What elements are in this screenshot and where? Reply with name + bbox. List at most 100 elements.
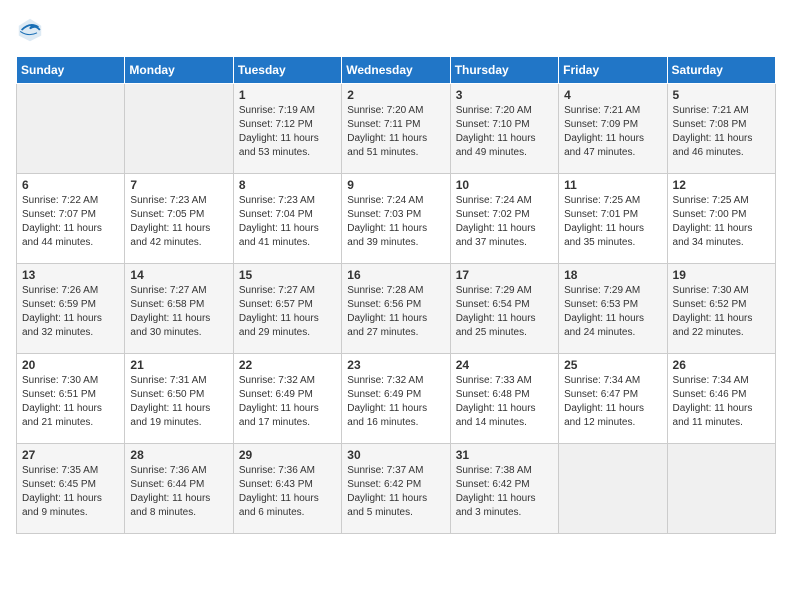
day-number: 4 (564, 88, 661, 102)
day-info: Sunrise: 7:19 AMSunset: 7:12 PMDaylight:… (239, 104, 336, 160)
day-number: 11 (564, 178, 661, 192)
calendar-cell: 31Sunrise: 7:38 AMSunset: 6:42 PMDayligh… (450, 444, 558, 534)
calendar-cell: 28 Sunrise: 7:36 AMSunset: 6:44 PMDayligh… (125, 444, 233, 534)
day-info: Sunrise: 7:33 AMSunset: 6:48 PMDaylight:… (456, 374, 553, 430)
calendar-cell: 15 Sunrise: 7:27 AMSunset: 6:57 PMDayligh… (233, 264, 341, 354)
day-info: Sunrise: 7:28 AMSunset: 6:56 PMDaylight:… (347, 284, 444, 340)
day-number: 25 (564, 358, 661, 372)
day-number: 30 (347, 448, 444, 462)
calendar-cell: 26 Sunrise: 7:34 AMSunset: 6:46 PMDayligh… (667, 354, 775, 444)
day-info: Sunrise: 7:25 AMSunset: 7:00 PMDaylight:… (673, 194, 770, 250)
day-info: Sunrise: 7:22 AMSunset: 7:07 PMDaylight:… (22, 194, 119, 250)
day-info: Sunrise: 7:24 AMSunset: 7:02 PMDaylight:… (456, 194, 553, 250)
calendar-cell (559, 444, 667, 534)
calendar-week-2: 6 Sunrise: 7:22 AMSunset: 7:07 PMDaylight… (17, 174, 776, 264)
calendar-cell: 3 Sunrise: 7:20 AMSunset: 7:10 PMDaylight… (450, 84, 558, 174)
day-number: 7 (130, 178, 227, 192)
day-headers-row: SundayMondayTuesdayWednesdayThursdayFrid… (17, 57, 776, 84)
calendar-cell: 5 Sunrise: 7:21 AMSunset: 7:08 PMDaylight… (667, 84, 775, 174)
calendar-week-1: 1 Sunrise: 7:19 AMSunset: 7:12 PMDaylight… (17, 84, 776, 174)
calendar-cell: 21Sunrise: 7:31 AMSunset: 6:50 PMDayligh… (125, 354, 233, 444)
day-number: 28 (130, 448, 227, 462)
day-number: 31 (456, 448, 553, 462)
calendar-cell: 13 Sunrise: 7:26 AMSunset: 6:59 PMDayligh… (17, 264, 125, 354)
day-info: Sunrise: 7:36 AMSunset: 6:44 PMDaylight:… (130, 464, 227, 520)
day-info: Sunrise: 7:20 AMSunset: 7:11 PMDaylight:… (347, 104, 444, 160)
calendar-cell: 17Sunrise: 7:29 AMSunset: 6:54 PMDayligh… (450, 264, 558, 354)
calendar-cell: 14 Sunrise: 7:27 AMSunset: 6:58 PMDayligh… (125, 264, 233, 354)
calendar-week-3: 13 Sunrise: 7:26 AMSunset: 6:59 PMDayligh… (17, 264, 776, 354)
calendar-cell: 2 Sunrise: 7:20 AMSunset: 7:11 PMDaylight… (342, 84, 450, 174)
day-number: 10 (456, 178, 553, 192)
day-number: 29 (239, 448, 336, 462)
day-number: 6 (22, 178, 119, 192)
day-info: Sunrise: 7:35 AMSunset: 6:45 PMDaylight:… (22, 464, 119, 520)
calendar-cell: 9Sunrise: 7:24 AMSunset: 7:03 PMDaylight… (342, 174, 450, 264)
calendar-cell: 1 Sunrise: 7:19 AMSunset: 7:12 PMDaylight… (233, 84, 341, 174)
calendar-cell: 29 Sunrise: 7:36 AMSunset: 6:43 PMDayligh… (233, 444, 341, 534)
day-number: 21 (130, 358, 227, 372)
logo (16, 16, 48, 44)
calendar-cell: 24 Sunrise: 7:33 AMSunset: 6:48 PMDayligh… (450, 354, 558, 444)
calendar-cell: 20 Sunrise: 7:30 AMSunset: 6:51 PMDayligh… (17, 354, 125, 444)
day-number: 20 (22, 358, 119, 372)
day-number: 3 (456, 88, 553, 102)
day-number: 5 (673, 88, 770, 102)
day-header-wednesday: Wednesday (342, 57, 450, 84)
calendar-cell: 4Sunrise: 7:21 AMSunset: 7:09 PMDaylight… (559, 84, 667, 174)
day-number: 19 (673, 268, 770, 282)
day-header-tuesday: Tuesday (233, 57, 341, 84)
day-info: Sunrise: 7:23 AMSunset: 7:05 PMDaylight:… (130, 194, 227, 250)
day-number: 23 (347, 358, 444, 372)
day-header-thursday: Thursday (450, 57, 558, 84)
calendar-cell: 22 Sunrise: 7:32 AMSunset: 6:49 PMDayligh… (233, 354, 341, 444)
day-info: Sunrise: 7:32 AMSunset: 6:49 PMDaylight:… (239, 374, 336, 430)
calendar-cell: 10 Sunrise: 7:24 AMSunset: 7:02 PMDayligh… (450, 174, 558, 264)
calendar-cell: 16Sunrise: 7:28 AMSunset: 6:56 PMDayligh… (342, 264, 450, 354)
day-info: Sunrise: 7:36 AMSunset: 6:43 PMDaylight:… (239, 464, 336, 520)
day-info: Sunrise: 7:24 AMSunset: 7:03 PMDaylight:… (347, 194, 444, 250)
day-info: Sunrise: 7:30 AMSunset: 6:51 PMDaylight:… (22, 374, 119, 430)
calendar-cell (17, 84, 125, 174)
day-number: 15 (239, 268, 336, 282)
day-number: 27 (22, 448, 119, 462)
calendar-cell (667, 444, 775, 534)
day-header-sunday: Sunday (17, 57, 125, 84)
day-header-friday: Friday (559, 57, 667, 84)
day-info: Sunrise: 7:32 AMSunset: 6:49 PMDaylight:… (347, 374, 444, 430)
day-number: 22 (239, 358, 336, 372)
calendar-cell: 19Sunrise: 7:30 AMSunset: 6:52 PMDayligh… (667, 264, 775, 354)
day-info: Sunrise: 7:37 AMSunset: 6:42 PMDaylight:… (347, 464, 444, 520)
day-number: 14 (130, 268, 227, 282)
calendar-cell: 30 Sunrise: 7:37 AMSunset: 6:42 PMDayligh… (342, 444, 450, 534)
day-number: 8 (239, 178, 336, 192)
calendar-cell: 23 Sunrise: 7:32 AMSunset: 6:49 PMDayligh… (342, 354, 450, 444)
day-number: 13 (22, 268, 119, 282)
calendar-table: SundayMondayTuesdayWednesdayThursdayFrid… (16, 56, 776, 534)
calendar-week-4: 20 Sunrise: 7:30 AMSunset: 6:51 PMDayligh… (17, 354, 776, 444)
day-info: Sunrise: 7:26 AMSunset: 6:59 PMDaylight:… (22, 284, 119, 340)
calendar-cell: 7 Sunrise: 7:23 AMSunset: 7:05 PMDaylight… (125, 174, 233, 264)
calendar-week-5: 27 Sunrise: 7:35 AMSunset: 6:45 PMDayligh… (17, 444, 776, 534)
day-number: 1 (239, 88, 336, 102)
day-number: 26 (673, 358, 770, 372)
day-info: Sunrise: 7:23 AMSunset: 7:04 PMDaylight:… (239, 194, 336, 250)
day-info: Sunrise: 7:25 AMSunset: 7:01 PMDaylight:… (564, 194, 661, 250)
day-number: 24 (456, 358, 553, 372)
day-info: Sunrise: 7:20 AMSunset: 7:10 PMDaylight:… (456, 104, 553, 160)
day-header-monday: Monday (125, 57, 233, 84)
calendar-cell (125, 84, 233, 174)
day-info: Sunrise: 7:27 AMSunset: 6:57 PMDaylight:… (239, 284, 336, 340)
calendar-cell: 12 Sunrise: 7:25 AMSunset: 7:00 PMDayligh… (667, 174, 775, 264)
day-header-saturday: Saturday (667, 57, 775, 84)
day-info: Sunrise: 7:27 AMSunset: 6:58 PMDaylight:… (130, 284, 227, 340)
day-number: 12 (673, 178, 770, 192)
calendar-cell: 25Sunrise: 7:34 AMSunset: 6:47 PMDayligh… (559, 354, 667, 444)
day-info: Sunrise: 7:29 AMSunset: 6:53 PMDaylight:… (564, 284, 661, 340)
calendar-cell: 11 Sunrise: 7:25 AMSunset: 7:01 PMDayligh… (559, 174, 667, 264)
day-number: 18 (564, 268, 661, 282)
logo-icon (16, 16, 44, 44)
day-info: Sunrise: 7:34 AMSunset: 6:46 PMDaylight:… (673, 374, 770, 430)
day-info: Sunrise: 7:21 AMSunset: 7:08 PMDaylight:… (673, 104, 770, 160)
day-number: 2 (347, 88, 444, 102)
